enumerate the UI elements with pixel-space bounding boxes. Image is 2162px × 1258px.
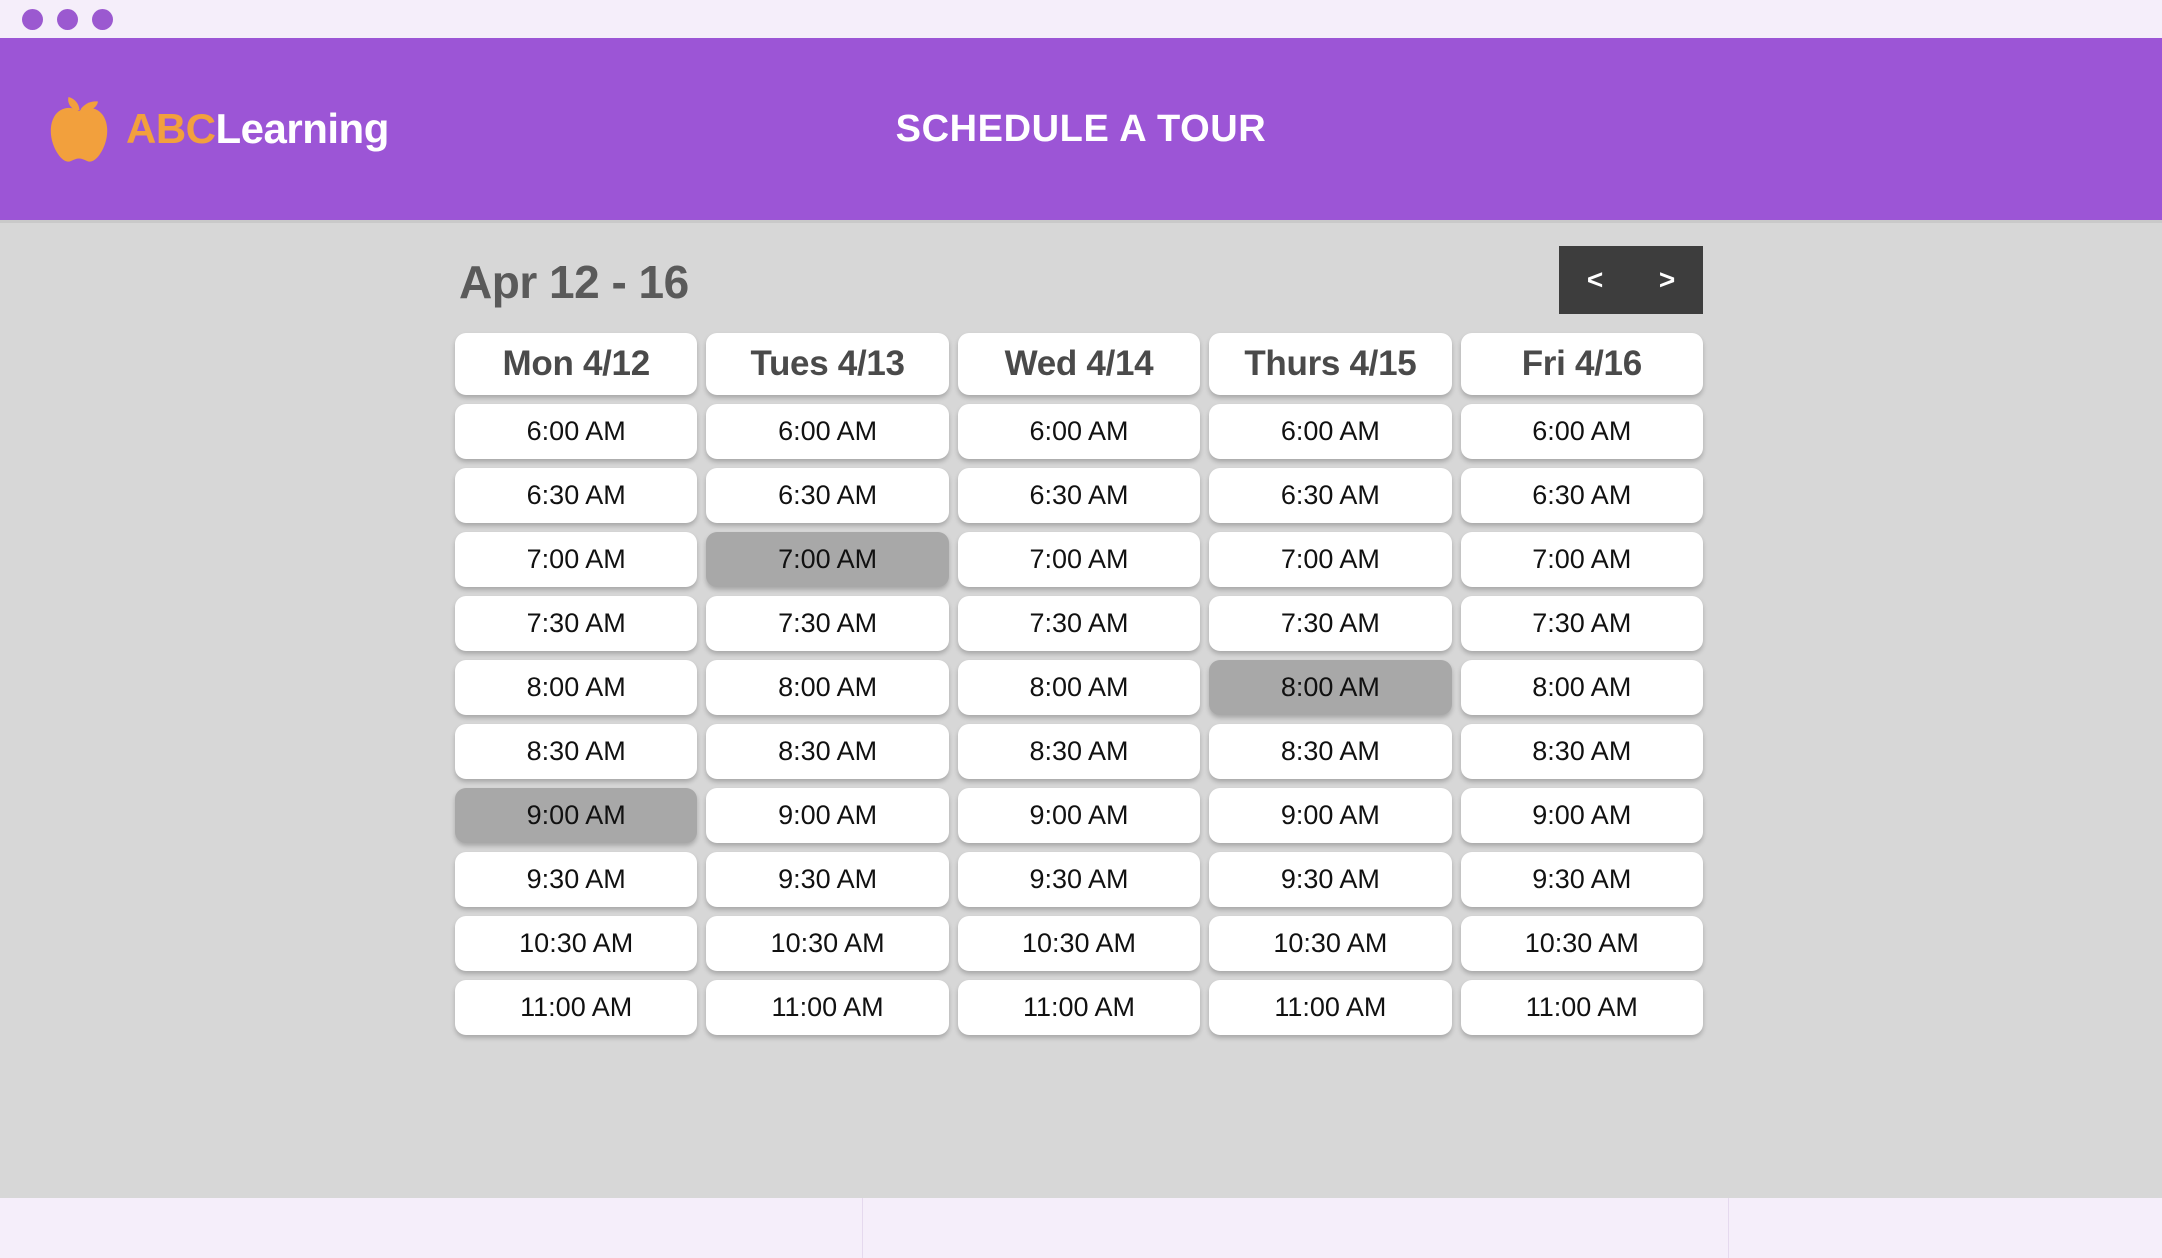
- time-slot-button[interactable]: 7:30 AM: [1209, 596, 1452, 651]
- time-slot-button[interactable]: 10:30 AM: [1460, 916, 1703, 971]
- footer-strip: [0, 1198, 2162, 1258]
- time-slot-button[interactable]: 6:30 AM: [706, 468, 949, 523]
- window-dot-yellow[interactable]: [57, 8, 78, 30]
- time-slot-button[interactable]: 9:30 AM: [706, 852, 949, 907]
- time-slot-button[interactable]: 9:30 AM: [957, 852, 1201, 907]
- day-header: Thurs 4/15: [1209, 333, 1452, 395]
- time-slot-button[interactable]: 6:30 AM: [1209, 468, 1452, 523]
- day-header: Wed 4/14: [957, 333, 1201, 395]
- time-slot-button[interactable]: 7:30 AM: [957, 596, 1201, 651]
- time-slot-button[interactable]: 9:00 AM: [455, 788, 698, 843]
- time-slot-button[interactable]: 8:00 AM: [706, 660, 949, 715]
- time-slot-button[interactable]: 10:30 AM: [455, 916, 698, 971]
- week-nav-group: < >: [1559, 246, 1703, 314]
- time-slot-button[interactable]: 11:00 AM: [455, 980, 698, 1035]
- time-slot-button[interactable]: 7:00 AM: [455, 532, 698, 587]
- time-slot-button[interactable]: 8:30 AM: [1460, 724, 1703, 779]
- time-slot-grid: 6:00 AM 6:00 AM 6:00 AM 6:00 AM 6:00 AM 6:30 …: [455, 404, 1703, 1035]
- time-slot-button[interactable]: 6:00 AM: [1460, 404, 1703, 459]
- prev-week-button[interactable]: <: [1577, 260, 1613, 300]
- time-slot-button[interactable]: 11:00 AM: [706, 980, 949, 1035]
- time-slot-button[interactable]: 9:30 AM: [455, 852, 698, 907]
- time-slot-button[interactable]: 6:00 AM: [1209, 404, 1452, 459]
- app-window: ABCLearning SCHEDULE A TOUR Apr 12 - 16 …: [0, 0, 2162, 1258]
- time-slot-button[interactable]: 7:00 AM: [1460, 532, 1703, 587]
- time-slot-button[interactable]: 8:30 AM: [957, 724, 1201, 779]
- time-slot-button[interactable]: 10:30 AM: [706, 916, 949, 971]
- time-slot-button[interactable]: 9:00 AM: [706, 788, 949, 843]
- time-slot-button[interactable]: 7:00 AM: [1209, 532, 1452, 587]
- date-range-title: Apr 12 - 16: [459, 256, 689, 308]
- time-slot-button[interactable]: 8:30 AM: [1209, 724, 1452, 779]
- time-slot-button[interactable]: 7:30 AM: [1460, 596, 1703, 651]
- time-slot-button[interactable]: 9:30 AM: [1209, 852, 1452, 907]
- time-slot-button[interactable]: 8:00 AM: [1460, 660, 1703, 715]
- day-header-row: Mon 4/12 Tues 4/13 Wed 4/14 Thurs 4/15 Fri 4…: [455, 333, 1703, 395]
- time-slot-button[interactable]: 7:30 AM: [455, 596, 698, 651]
- time-slot-button[interactable]: 11:00 AM: [957, 980, 1201, 1035]
- scheduler-panel: Apr 12 - 16 < > Mon 4/12 Tues 4/13 Wed 4/1…: [455, 241, 1703, 1035]
- time-slot-button[interactable]: 9:30 AM: [1460, 852, 1703, 907]
- time-slot-button[interactable]: 6:00 AM: [706, 404, 949, 459]
- time-slot-button[interactable]: 8:00 AM: [455, 660, 698, 715]
- time-slot-button[interactable]: 8:00 AM: [957, 660, 1201, 715]
- time-slot-button[interactable]: 10:30 AM: [1209, 916, 1452, 971]
- window-titlebar: [0, 0, 2162, 38]
- time-slot-button[interactable]: 8:30 AM: [706, 724, 949, 779]
- day-header: Tues 4/13: [706, 333, 949, 395]
- window-dot-red[interactable]: [22, 8, 43, 30]
- time-slot-button[interactable]: 8:30 AM: [455, 724, 698, 779]
- time-slot-button[interactable]: 6:30 AM: [1460, 468, 1703, 523]
- time-slot-button[interactable]: 11:00 AM: [1209, 980, 1452, 1035]
- time-slot-button[interactable]: 9:00 AM: [1209, 788, 1452, 843]
- time-slot-button[interactable]: 7:00 AM: [706, 532, 949, 587]
- time-slot-button[interactable]: 6:30 AM: [957, 468, 1201, 523]
- time-slot-button[interactable]: 7:00 AM: [957, 532, 1201, 587]
- footer-divider: [1728, 1198, 1729, 1258]
- window-dot-green[interactable]: [92, 8, 113, 30]
- time-slot-button[interactable]: 9:00 AM: [957, 788, 1201, 843]
- time-slot-button[interactable]: 7:30 AM: [706, 596, 949, 651]
- day-header: Mon 4/12: [455, 333, 698, 395]
- page-title: SCHEDULE A TOUR: [895, 107, 1267, 150]
- day-header: Fri 4/16: [1460, 333, 1703, 395]
- time-slot-button[interactable]: 6:30 AM: [455, 468, 698, 523]
- app-header: ABCLearning SCHEDULE A TOUR: [0, 38, 2162, 223]
- next-week-button[interactable]: >: [1649, 260, 1685, 300]
- time-slot-button[interactable]: 11:00 AM: [1460, 980, 1703, 1035]
- time-slot-button[interactable]: 8:00 AM: [1209, 660, 1452, 715]
- time-slot-button[interactable]: 10:30 AM: [957, 916, 1201, 971]
- scheduler-toolbar: Apr 12 - 16 < >: [455, 241, 1703, 333]
- time-slot-button[interactable]: 6:00 AM: [455, 404, 698, 459]
- footer-divider: [862, 1198, 863, 1258]
- time-slot-button[interactable]: 9:00 AM: [1460, 788, 1703, 843]
- time-slot-button[interactable]: 6:00 AM: [957, 404, 1201, 459]
- main-content: Apr 12 - 16 < > Mon 4/12 Tues 4/13 Wed 4/1…: [0, 223, 2162, 1198]
